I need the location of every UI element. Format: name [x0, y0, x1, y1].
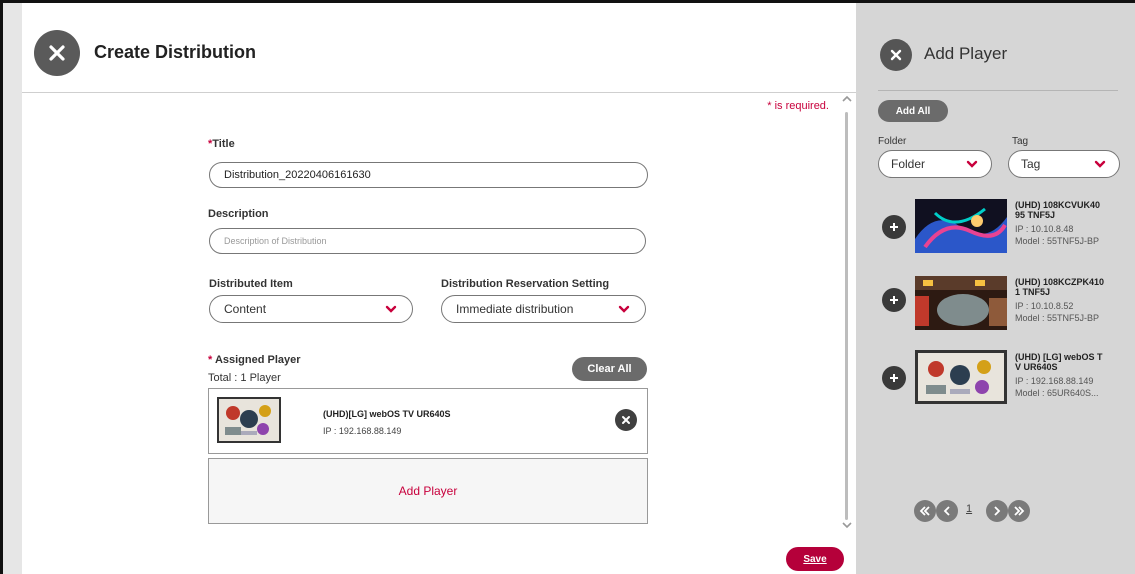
- panel-title: Add Player: [924, 44, 1008, 63]
- player-3-ip: IP : 192.168.88.149: [1015, 376, 1094, 386]
- page-number[interactable]: 1: [966, 503, 972, 515]
- assigned-player-name: (UHD)[LG] webOS TV UR640S: [323, 409, 451, 419]
- folder-value: Folder: [891, 157, 926, 171]
- title-label-text: Title: [212, 138, 235, 150]
- total-players: Total : 1 Player: [208, 372, 281, 384]
- description-input[interactable]: Description of Distribution: [209, 228, 646, 254]
- reservation-select[interactable]: Immediate distribution: [441, 295, 646, 323]
- last-page-button[interactable]: [1008, 500, 1030, 522]
- add-player-panel: Add Player Add All Folder Folder Tag Tag: [856, 3, 1135, 574]
- player-2-thumbnail: [915, 276, 1007, 330]
- assigned-player-row: (UHD)[LG] webOS TV UR640S IP : 192.168.8…: [208, 388, 648, 454]
- assigned-player-ip: IP : 192.168.88.149: [323, 426, 402, 436]
- clear-all-button[interactable]: Clear All: [572, 357, 647, 381]
- player-3-name: (UHD) [LG] webOS TV UR640S: [1015, 352, 1125, 372]
- next-page-icon: [994, 506, 1001, 516]
- distributed-item-select[interactable]: Content: [209, 295, 413, 323]
- description-label: Description: [208, 208, 269, 220]
- folder-label: Folder: [878, 136, 907, 147]
- assigned-player-label-text: Assigned Player: [214, 354, 301, 366]
- title-input[interactable]: Distribution_20220406161630: [209, 162, 648, 188]
- chevron-down-icon: [618, 305, 630, 313]
- close-icon: [622, 416, 630, 424]
- save-button[interactable]: Save: [786, 547, 844, 571]
- plus-icon: [890, 223, 898, 231]
- player-thumbnail: [217, 397, 281, 443]
- player-1-name: (UHD) 108KCVUK40 95 TNF5J: [1015, 200, 1125, 220]
- first-page-button[interactable]: [914, 500, 936, 522]
- distributed-item-label: Distributed Item: [209, 278, 293, 290]
- reservation-label: Distribution Reservation Setting: [441, 278, 610, 290]
- add-player-1-button[interactable]: [882, 215, 906, 239]
- scroll-up-icon[interactable]: [841, 94, 853, 104]
- player-2-model: Model : 55TNF5J-BP: [1015, 313, 1100, 323]
- player-1-name-line2: 95 TNF5J: [1015, 210, 1056, 220]
- player-3-model: Model : 65UR640S...: [1015, 388, 1099, 398]
- distributed-item-value: Content: [224, 302, 267, 316]
- chevron-down-icon: [385, 305, 397, 313]
- title-label: *Title: [208, 138, 235, 150]
- folder-select[interactable]: Folder: [878, 150, 992, 178]
- player-1-ip: IP : 10.10.8.48: [1015, 224, 1074, 234]
- reservation-value: Immediate distribution: [456, 302, 574, 316]
- close-panel-button[interactable]: [880, 39, 912, 71]
- chevron-down-icon: [1094, 160, 1106, 168]
- plus-icon: [890, 374, 898, 382]
- add-all-button[interactable]: Add All: [878, 100, 948, 122]
- panel-divider: [878, 90, 1118, 91]
- first-page-icon: [919, 506, 930, 516]
- last-page-icon: [1014, 506, 1025, 516]
- player-3-thumbnail: [915, 350, 1007, 404]
- prev-page-button[interactable]: [936, 500, 958, 522]
- form-scrollbar[interactable]: [840, 94, 854, 548]
- remove-player-button[interactable]: [615, 409, 637, 431]
- player-2-name: (UHD) 108KCZPK410 1 TNF5J: [1015, 277, 1125, 297]
- scroll-down-icon[interactable]: [841, 520, 853, 530]
- scrollbar-thumb[interactable]: [845, 112, 848, 520]
- prev-page-icon: [943, 506, 950, 516]
- player-3-name-line1: (UHD) [LG] webOS T: [1015, 352, 1103, 362]
- tag-label: Tag: [1012, 136, 1029, 147]
- close-icon: [49, 45, 65, 61]
- header-divider: [22, 92, 856, 93]
- add-player-button[interactable]: Add Player: [208, 458, 648, 524]
- plus-icon: [890, 296, 898, 304]
- tag-value: Tag: [1021, 157, 1041, 171]
- player-3-name-line2: V UR640S: [1015, 362, 1058, 372]
- dialog-title: Create Distribution: [94, 42, 257, 62]
- player-2-name-line2: 1 TNF5J: [1015, 287, 1051, 297]
- required-star: *: [208, 354, 213, 366]
- assigned-player-label: * Assigned Player: [208, 354, 301, 366]
- player-1-model: Model : 55TNF5J-BP: [1015, 236, 1100, 246]
- player-1-name-line1: (UHD) 108KCVUK40: [1015, 200, 1101, 210]
- tag-select[interactable]: Tag: [1008, 150, 1120, 178]
- player-1-thumbnail: [915, 199, 1007, 253]
- add-player-3-button[interactable]: [882, 366, 906, 390]
- player-2-ip: IP : 10.10.8.52: [1015, 301, 1074, 311]
- next-page-button[interactable]: [986, 500, 1008, 522]
- close-dialog-button[interactable]: [34, 30, 80, 76]
- close-icon: [890, 49, 902, 61]
- chevron-down-icon: [966, 160, 978, 168]
- required-note: * is required.: [767, 100, 829, 112]
- screen: Create Distribution * is required. *Titl…: [0, 0, 1135, 574]
- add-player-2-button[interactable]: [882, 288, 906, 312]
- left-gutter: [3, 3, 22, 574]
- player-2-name-line1: (UHD) 108KCZPK410: [1015, 277, 1105, 287]
